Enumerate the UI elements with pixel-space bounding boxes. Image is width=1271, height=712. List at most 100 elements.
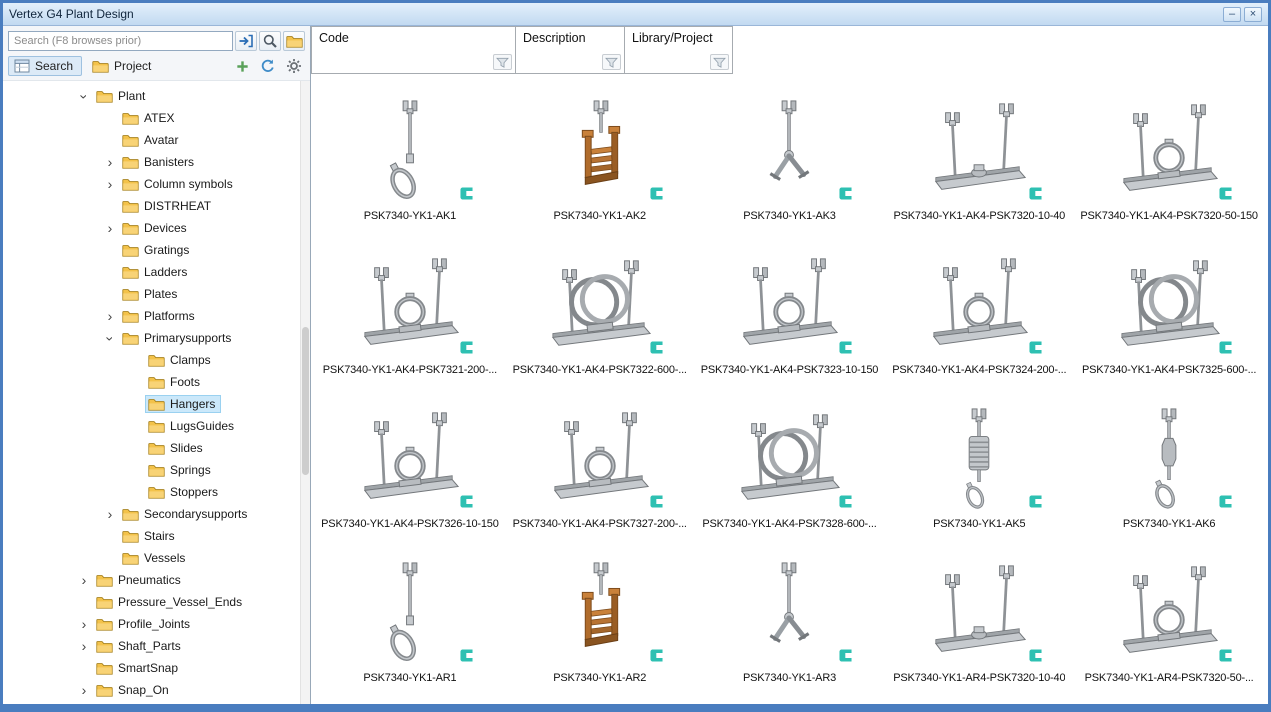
part-code-label: PSK7340-YK1-AK4-PSK7322-600-... (513, 364, 687, 376)
expander-icon[interactable] (101, 177, 119, 191)
part-item[interactable]: PSK7340-YK1-AK4-PSK7320-50-150 (1074, 74, 1264, 228)
tree-item[interactable]: Foots (3, 371, 300, 393)
filter-description-button[interactable] (602, 54, 621, 70)
part-item[interactable]: PSK7340-YK1-AK2 (505, 74, 695, 228)
part-item[interactable]: PSK7340-YK1-AR2 (505, 536, 695, 690)
expander-icon[interactable] (101, 309, 119, 323)
tree-item[interactable]: Banisters (3, 151, 300, 173)
search-button[interactable] (259, 31, 281, 51)
part-item[interactable]: PSK7340-YK1-AK4-PSK7328-600-... (695, 382, 885, 536)
rod-clamp-icon (347, 97, 473, 207)
tree-item[interactable]: Ladders (3, 261, 300, 283)
expander-icon[interactable] (104, 330, 118, 348)
titlebar[interactable]: Vertex G4 Plant Design – × (3, 3, 1268, 26)
tree-item[interactable]: Vessels (3, 547, 300, 569)
tree-item[interactable]: Profile_Joints (3, 613, 300, 635)
tree-item-label: Secondarysupports (144, 507, 247, 521)
column-header-library[interactable]: Library/Project (624, 26, 733, 74)
expander-icon[interactable] (101, 507, 119, 521)
tree-item[interactable]: Devices (3, 217, 300, 239)
tree-item-label: Platforms (144, 309, 195, 323)
filter-library-button[interactable] (710, 54, 729, 70)
add-button[interactable] (231, 56, 253, 76)
tree-item[interactable]: Snap_On (3, 679, 300, 701)
part-item[interactable]: PSK7340-YK1-AK4-PSK7327-200-... (505, 382, 695, 536)
tree-item-label: Slides (170, 441, 203, 455)
browse-library-button[interactable] (283, 31, 305, 51)
sidebar: Search Project Plant ATEX (3, 26, 311, 704)
folder-icon (122, 332, 139, 345)
tree-item[interactable]: Stairs (3, 525, 300, 547)
go-button[interactable] (235, 31, 257, 51)
filter-code-button[interactable] (493, 54, 512, 70)
tree-item[interactable]: SmartSnap (3, 657, 300, 679)
part-item[interactable]: PSK7340-YK1-AK4-PSK7324-200-... (884, 228, 1074, 382)
tree-item[interactable]: Gratings (3, 239, 300, 261)
tree-item[interactable]: Plates (3, 283, 300, 305)
tree-item[interactable]: DISTRHEAT (3, 195, 300, 217)
tree-item[interactable]: ATEX (3, 107, 300, 129)
column-header-description[interactable]: Description (515, 26, 625, 74)
minimize-button[interactable]: – (1223, 7, 1241, 22)
minimize-icon: – (1229, 9, 1235, 20)
part-item[interactable]: PSK7340-YK1-AR3 (695, 536, 885, 690)
part-item[interactable]: PSK7340-YK1-AK6 (1074, 382, 1264, 536)
tree-item[interactable]: Secondarysupports (3, 503, 300, 525)
folder-icon (96, 596, 113, 609)
tree-item[interactable]: Clamps (3, 349, 300, 371)
refresh-button[interactable] (257, 56, 279, 76)
close-button[interactable]: × (1244, 7, 1262, 22)
part-item[interactable]: PSK7340-YK1-AR1 (315, 536, 505, 690)
tree-item[interactable]: Shaft_Parts (3, 635, 300, 657)
part-item[interactable]: PSK7340-YK1-AK4-PSK7325-600-... (1074, 228, 1264, 382)
tree-item[interactable]: Hangers (3, 393, 300, 415)
tab-search[interactable]: Search (8, 56, 82, 76)
expander-icon[interactable] (75, 639, 93, 653)
tree-scrollbar[interactable] (300, 81, 310, 704)
part-item[interactable]: PSK7340-YK1-AK4-PSK7326-10-150 (315, 382, 505, 536)
column-header-code[interactable]: Code (311, 26, 516, 74)
tree-item[interactable]: Springs (3, 459, 300, 481)
tree-item[interactable]: LugsGuides (3, 415, 300, 437)
tree-item[interactable]: Platforms (3, 305, 300, 327)
tree-item[interactable]: Avatar (3, 129, 300, 151)
part-item[interactable]: PSK7340-YK1-AK4-PSK7321-200-... (315, 228, 505, 382)
beam-ring-icon (726, 405, 852, 515)
part-item[interactable]: PSK7340-YK1-AK4-PSK7320-10-40 (884, 74, 1074, 228)
tree-item[interactable]: Slides (3, 437, 300, 459)
part-code-label: PSK7340-YK1-AR4-PSK7320-10-40 (893, 672, 1065, 684)
column-label: Description (516, 27, 624, 49)
trapeze-icon (537, 559, 663, 669)
expander-icon[interactable] (75, 683, 93, 697)
folder-icon (148, 464, 165, 477)
part-item[interactable]: PSK7340-YK1-AR4-PSK7320-50-... (1074, 536, 1264, 690)
part-item[interactable]: PSK7340-YK1-AK5 (884, 382, 1074, 536)
part-item[interactable]: PSK7340-YK1-AR4-PSK7320-10-40 (884, 536, 1074, 690)
part-item[interactable]: PSK7340-YK1-AK1 (315, 74, 505, 228)
folder-icon (148, 376, 165, 389)
expander-icon[interactable] (101, 155, 119, 169)
tree-item-label: Springs (170, 463, 211, 477)
cadmatic-badge-icon (1029, 341, 1042, 354)
tree-item-label: Avatar (144, 133, 178, 147)
expander-icon[interactable] (75, 573, 93, 587)
part-item[interactable]: PSK7340-YK1-AK4-PSK7323-10-150 (695, 228, 885, 382)
expander-icon[interactable] (75, 617, 93, 631)
scrollbar-thumb[interactable] (302, 327, 309, 475)
part-item[interactable]: PSK7340-YK1-AK4-PSK7322-600-... (505, 228, 695, 382)
tree-item[interactable]: Plant (3, 85, 300, 107)
folder-icon (148, 354, 165, 367)
expander-icon[interactable] (78, 88, 92, 106)
tree-item[interactable]: Pressure_Vessel_Ends (3, 591, 300, 613)
tree-item-label: SmartSnap (118, 661, 178, 675)
expander-icon[interactable] (101, 221, 119, 235)
settings-button[interactable] (283, 56, 305, 76)
tree-item[interactable]: Column symbols (3, 173, 300, 195)
tree-item[interactable]: Stoppers (3, 481, 300, 503)
tree-item[interactable]: Primarysupports (3, 327, 300, 349)
tree-item[interactable]: Pneumatics (3, 569, 300, 591)
tree-item-label: Clamps (170, 353, 211, 367)
part-item[interactable]: PSK7340-YK1-AK3 (695, 74, 885, 228)
search-input[interactable] (8, 31, 233, 51)
tab-project[interactable]: Project (86, 56, 160, 76)
